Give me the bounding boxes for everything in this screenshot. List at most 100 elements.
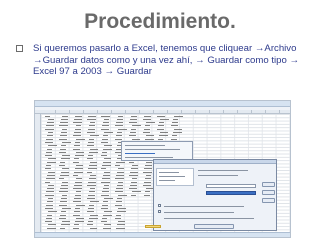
cell-texture [59, 204, 67, 206]
cell-texture [143, 118, 151, 120]
cell-texture [118, 181, 123, 183]
cell-texture [89, 151, 98, 153]
cell-texture [131, 115, 137, 117]
cell-texture [101, 207, 108, 209]
cell-texture [145, 138, 154, 140]
cell-texture [75, 155, 84, 157]
cell-texture [73, 122, 82, 124]
cell-texture [118, 221, 125, 223]
cell-texture [62, 128, 67, 130]
cell-texture [131, 128, 136, 130]
cell-texture [45, 221, 52, 223]
cell-texture [116, 188, 123, 190]
cell-texture [115, 165, 120, 166]
cell-texture [118, 207, 126, 209]
cell-texture [74, 145, 80, 147]
cell-texture [160, 118, 169, 120]
cell-texture [59, 217, 66, 219]
cell-texture [144, 115, 151, 117]
cell-texture [145, 178, 151, 180]
cell-texture [89, 178, 96, 180]
cell-texture [103, 188, 109, 190]
variables-button[interactable] [194, 224, 234, 229]
cell-texture [90, 214, 98, 216]
cell-texture [171, 125, 178, 127]
cancel-button[interactable] [262, 190, 275, 195]
cell-texture [115, 178, 124, 180]
cell-texture [132, 191, 141, 193]
folder-pane[interactable] [156, 168, 194, 186]
cell-texture [102, 204, 108, 206]
cell-texture [145, 125, 150, 127]
cell-texture [88, 155, 93, 157]
cell-texture [45, 168, 51, 170]
cell-texture [46, 165, 51, 166]
file-name-input[interactable] [206, 184, 256, 188]
cell-texture [76, 217, 84, 219]
cell-texture [103, 135, 108, 137]
cell-texture [104, 171, 110, 173]
cell-texture [61, 145, 66, 147]
cell-texture [117, 118, 123, 120]
cell-texture [104, 211, 112, 213]
cell-texture [73, 188, 82, 190]
option-checkbox[interactable] [158, 204, 161, 207]
cell-texture [90, 148, 98, 150]
cell-texture [61, 224, 70, 226]
cell-texture [88, 141, 94, 143]
cell-texture [60, 135, 67, 137]
slide-title: Procedimiento. [84, 10, 236, 33]
cell-texture [75, 115, 82, 117]
cell-texture [103, 201, 108, 203]
cell-texture [75, 194, 81, 196]
cell-texture [88, 207, 94, 209]
cell-texture [101, 181, 110, 183]
cell-texture [47, 122, 54, 124]
cell-texture [132, 165, 138, 166]
cell-texture [88, 168, 97, 170]
cell-texture [46, 138, 53, 140]
cell-texture [60, 188, 68, 190]
cell-texture [73, 161, 79, 163]
cell-texture [61, 132, 67, 133]
cell-texture [129, 135, 136, 137]
save-as-dialog [153, 159, 277, 231]
cell-texture [102, 138, 108, 140]
cell-texture [129, 122, 137, 124]
cell-texture [173, 118, 178, 120]
cell-texture [76, 204, 85, 206]
cell-texture [48, 224, 56, 226]
cell-texture [74, 132, 81, 133]
cell-texture [89, 125, 95, 127]
cell-texture [87, 171, 92, 173]
cell-texture [104, 224, 111, 226]
cell-texture [60, 174, 69, 176]
cell-texture [73, 174, 78, 176]
cell-texture [129, 174, 138, 176]
cell-texture [146, 135, 154, 137]
cell-texture [47, 135, 53, 137]
cell-texture [60, 122, 68, 124]
cell-texture [47, 148, 52, 150]
help-button[interactable] [262, 198, 275, 203]
cell-texture [87, 184, 96, 186]
dialog-titlebar [154, 160, 276, 164]
cell-texture [129, 161, 134, 163]
cell-texture [132, 125, 141, 127]
cell-texture [75, 168, 83, 170]
save-as-type-select[interactable] [206, 191, 256, 195]
cell-texture [48, 158, 56, 160]
cell-texture [75, 207, 80, 209]
cell-texture [60, 161, 65, 163]
cell-texture [45, 181, 50, 183]
option-checkbox[interactable] [158, 210, 161, 213]
cell-texture [88, 181, 96, 183]
cell-texture [62, 141, 71, 143]
cell-texture [116, 122, 123, 124]
cell-texture [62, 194, 67, 196]
cell-texture [146, 122, 155, 124]
cell-texture [131, 194, 136, 196]
cell-texture [74, 171, 83, 173]
cell-texture [59, 125, 68, 127]
save-button[interactable] [262, 182, 275, 187]
